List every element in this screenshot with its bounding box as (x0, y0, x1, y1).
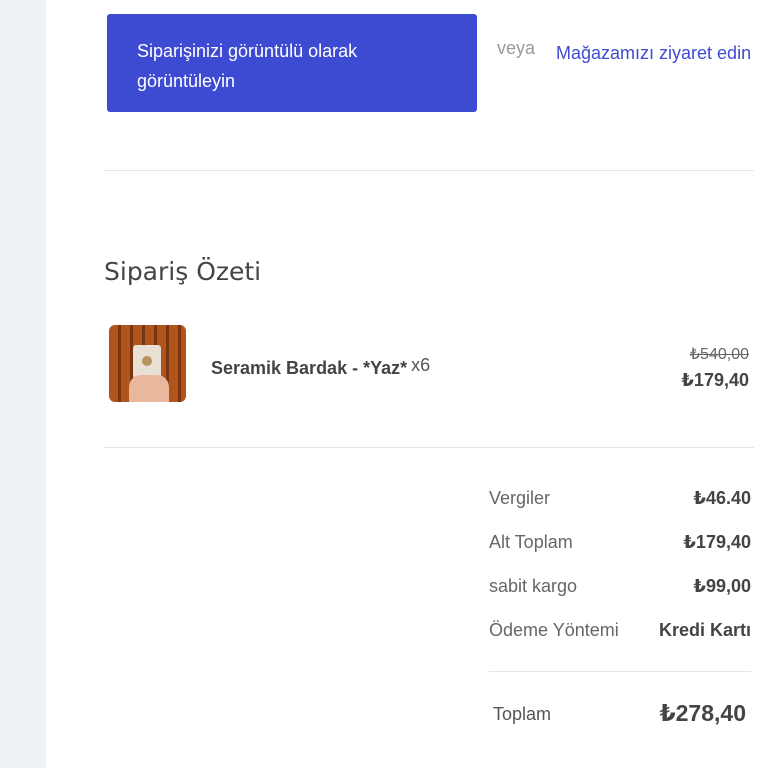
product-quantity: x6 (411, 355, 431, 375)
totals-row-taxes: Vergiler ₺46.40 (489, 488, 751, 532)
totals-label: Alt Toplam (489, 532, 573, 552)
product-name-text: Seramik Bardak - *Yaz* (211, 358, 408, 378)
totals-row-shipping: sabit kargo ₺99,00 (489, 576, 751, 620)
totals-value: ₺99,00 (693, 576, 751, 596)
order-summary-title: Sipariş Özeti (104, 257, 262, 286)
totals-value: ₺46.40 (693, 488, 751, 508)
totals-table: Vergiler ₺46.40 Alt Toplam ₺179,40 sabit… (489, 488, 751, 664)
totals-label: sabit kargo (489, 576, 578, 596)
order-actions: Siparişinizi görüntülü olarak görüntüley… (107, 14, 751, 112)
totals-row-subtotal: Alt Toplam ₺179,40 (489, 532, 751, 576)
grand-total-value: ₺278,40 (659, 700, 746, 726)
totals-value: ₺179,40 (683, 532, 751, 552)
product-price: ₺179,40 (681, 370, 749, 390)
totals-label: Vergiler (489, 488, 551, 508)
view-order-button[interactable]: Siparişinizi görüntülü olarak görüntüley… (107, 14, 477, 112)
grand-total-label: Toplam (493, 704, 552, 724)
product-original-price: ₺540,00 (689, 346, 749, 363)
divider (489, 671, 751, 672)
product-name: Seramik Bardak - *Yaz* x6 (211, 355, 431, 379)
divider (104, 447, 754, 448)
left-sidebar-strip (0, 0, 46, 768)
product-thumbnail (109, 325, 186, 402)
divider (104, 170, 754, 171)
totals-value: Kredi Kartı (658, 620, 751, 640)
totals-label: Ödeme Yöntemi (489, 620, 619, 640)
totals-row-payment-method: Ödeme Yöntemi Kredi Kartı (489, 620, 751, 664)
visit-store-link[interactable]: Mağazamızı ziyaret edin (482, 38, 752, 68)
